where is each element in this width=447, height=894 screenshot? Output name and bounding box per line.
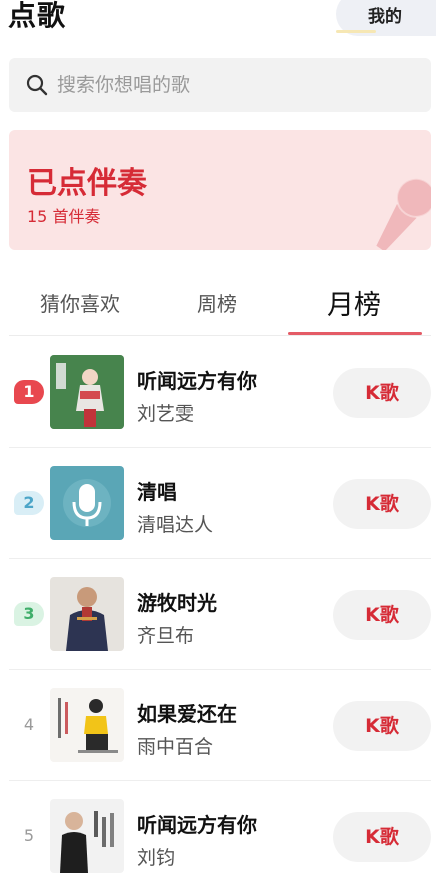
tab-weekly[interactable]: 周榜 bbox=[197, 288, 237, 317]
my-button-decoration bbox=[336, 30, 376, 33]
my-button-label: 我的 bbox=[368, 7, 402, 27]
song-title: 听闻远方有你 bbox=[137, 369, 257, 393]
song-title: 游牧时光 bbox=[137, 591, 217, 615]
album-cover bbox=[50, 355, 124, 429]
song-row[interactable]: 4 如果爱还在 雨中百合 K歌 bbox=[0, 670, 447, 781]
rank-badge: 3 bbox=[14, 602, 44, 626]
ordered-title: 已点伴奏 bbox=[27, 166, 147, 201]
search-input[interactable] bbox=[57, 58, 417, 112]
song-artist: 刘钧 bbox=[137, 847, 176, 869]
tab-monthly[interactable]: 月榜 bbox=[327, 283, 381, 322]
search-bar[interactable] bbox=[9, 58, 431, 112]
song-artist: 刘艺雯 bbox=[137, 403, 195, 425]
active-tab-indicator bbox=[288, 332, 422, 335]
tab-guess-you-like[interactable]: 猜你喜欢 bbox=[40, 288, 120, 317]
song-title: 听闻远方有你 bbox=[137, 813, 257, 837]
rank-number: 5 bbox=[23, 826, 35, 845]
album-cover bbox=[50, 799, 124, 873]
k-song-button[interactable]: K歌 bbox=[333, 812, 431, 862]
album-cover bbox=[50, 466, 124, 540]
header: 点歌 我的 bbox=[0, 0, 447, 44]
song-row[interactable]: 2 清唱 清唱达人 K歌 bbox=[0, 448, 447, 559]
k-song-button[interactable]: K歌 bbox=[333, 590, 431, 640]
microphone-icon bbox=[376, 177, 431, 250]
my-button[interactable]: 我的 bbox=[336, 0, 436, 36]
album-cover bbox=[50, 577, 124, 651]
song-row[interactable]: 1 听闻远方有你 刘艺雯 K歌 bbox=[0, 337, 447, 448]
k-song-button[interactable]: K歌 bbox=[333, 701, 431, 751]
ordered-count: 15 首伴奏 bbox=[27, 207, 101, 226]
song-row[interactable]: 5 听闻远方有你 刘钧 K歌 bbox=[0, 781, 447, 892]
song-title: 如果爱还在 bbox=[137, 702, 237, 726]
rank-badge: 2 bbox=[14, 491, 44, 515]
song-title: 清唱 bbox=[137, 480, 177, 504]
song-artist: 清唱达人 bbox=[137, 514, 214, 536]
k-song-button[interactable]: K歌 bbox=[333, 368, 431, 418]
song-artist: 齐旦布 bbox=[137, 625, 195, 647]
song-artist: 雨中百合 bbox=[137, 736, 214, 758]
album-cover bbox=[50, 688, 124, 762]
k-song-button[interactable]: K歌 bbox=[333, 479, 431, 529]
song-row[interactable]: 3 游牧时光 齐旦布 K歌 bbox=[0, 559, 447, 670]
page-title: 点歌 bbox=[8, 0, 67, 32]
ordered-accompaniment-card[interactable]: 已点伴奏 15 首伴奏 bbox=[9, 130, 431, 250]
chart-tabs: 猜你喜欢 周榜 月榜 bbox=[9, 270, 431, 336]
search-icon bbox=[26, 74, 48, 96]
rank-number: 4 bbox=[23, 715, 35, 734]
rank-badge: 1 bbox=[14, 380, 44, 404]
